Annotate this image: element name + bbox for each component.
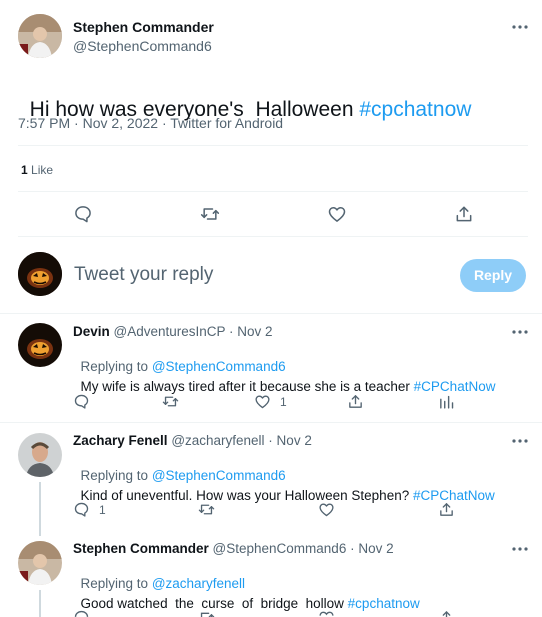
like-icon[interactable] (318, 609, 335, 617)
hashtag-link[interactable]: #cpchatnow (348, 596, 420, 611)
reply-header: Stephen Commander @StephenCommand6 · Nov… (73, 541, 394, 556)
retweet-icon[interactable] (200, 204, 220, 224)
divider (18, 191, 528, 192)
reply-text: Good watched the curse of bridge hollow … (73, 581, 420, 611)
reply-author-name[interactable]: Zachary Fenell (73, 433, 168, 448)
reply-header: Devin @AdventuresInCP · Nov 2 (73, 324, 273, 339)
hashtag-link[interactable]: #CPChatNow (414, 379, 496, 394)
divider (18, 145, 528, 146)
retweet-icon[interactable] (162, 393, 179, 410)
more-icon[interactable] (510, 20, 530, 34)
share-icon[interactable] (454, 204, 474, 224)
analytics-icon[interactable] (438, 393, 455, 410)
author-name[interactable]: Stephen Commander (73, 19, 214, 35)
avatar-stephen[interactable] (18, 14, 62, 58)
divider (0, 313, 542, 314)
avatar-stephen[interactable] (18, 541, 62, 585)
more-icon[interactable] (510, 434, 530, 448)
share-icon[interactable] (438, 609, 455, 617)
reply-author-name[interactable]: Stephen Commander (73, 541, 209, 556)
retweet-icon[interactable] (198, 609, 215, 617)
avatar-current-user[interactable] (18, 252, 62, 296)
like-count: 1 (280, 395, 287, 409)
like-icon[interactable] (327, 204, 347, 224)
likes-count: 1 (21, 163, 28, 177)
reply-text-body: Kind of uneventful. How was your Hallowe… (80, 488, 413, 503)
like-icon[interactable] (254, 393, 271, 410)
divider (0, 422, 542, 423)
reply-author-name[interactable]: Devin (73, 324, 110, 339)
reply-input[interactable]: Tweet your reply (74, 264, 444, 286)
share-icon[interactable] (438, 501, 455, 518)
thread-line (39, 482, 41, 536)
author-handle[interactable]: @StephenCommand6 (73, 38, 212, 54)
more-icon[interactable] (510, 325, 530, 339)
reply-header: Zachary Fenell @zacharyfenell · Nov 2 (73, 433, 312, 448)
reply-text: My wife is always tired after it because… (73, 364, 496, 394)
share-icon[interactable] (347, 393, 364, 410)
tweet-meta[interactable]: 7:57 PM · Nov 2, 2022 · Twitter for Andr… (18, 115, 283, 131)
reply-button[interactable]: Reply (460, 259, 526, 292)
reply-handle-date[interactable]: @AdventuresInCP · Nov 2 (114, 324, 273, 339)
avatar-devin[interactable] (18, 323, 62, 367)
reply-icon[interactable] (73, 204, 93, 224)
likes-stat[interactable]: 1 Like (21, 163, 53, 177)
likes-label: Like (31, 163, 54, 177)
thread-line (39, 590, 41, 617)
reply-text-body: My wife is always tired after it because… (80, 379, 414, 394)
reply-icon[interactable] (73, 609, 90, 617)
avatar-zachary[interactable] (18, 433, 62, 477)
retweet-icon[interactable] (198, 501, 215, 518)
reply-icon[interactable] (73, 393, 90, 410)
hashtag-link[interactable]: #cpchatnow (359, 98, 471, 121)
divider (18, 236, 528, 237)
reply-icon[interactable] (73, 501, 90, 518)
reply-handle-date[interactable]: @StephenCommand6 · Nov 2 (213, 541, 394, 556)
more-icon[interactable] (510, 542, 530, 556)
reply-button-label: Reply (473, 267, 513, 283)
reply-text: Kind of uneventful. How was your Hallowe… (73, 473, 495, 503)
reply-count: 1 (99, 503, 106, 517)
like-icon[interactable] (318, 501, 335, 518)
reply-handle-date[interactable]: @zacharyfenell · Nov 2 (171, 433, 312, 448)
